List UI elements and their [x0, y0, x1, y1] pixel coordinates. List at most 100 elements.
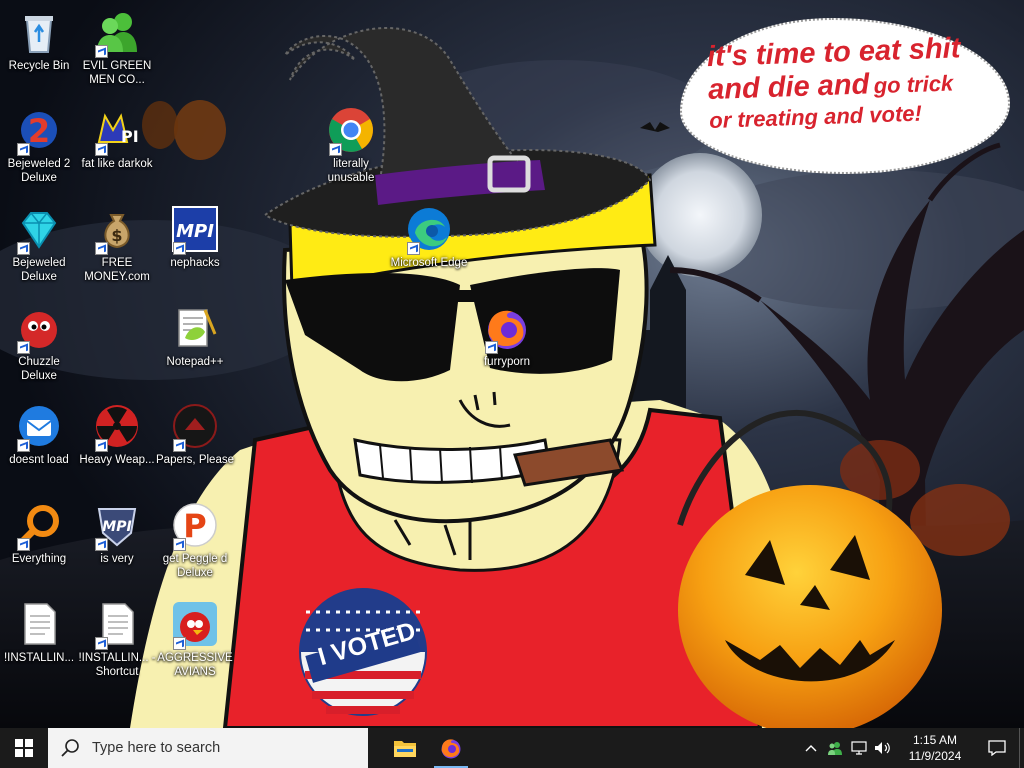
radiation-icon	[93, 402, 141, 452]
desktop-icon-label: Recycle Bin	[8, 60, 70, 72]
taskbar-clock[interactable]: 1:15 AM 11/9/2024	[899, 732, 971, 764]
desktop-icon-label: Everything	[11, 553, 67, 565]
speaker-icon	[875, 742, 890, 754]
shortcut-arrow-icon	[95, 538, 108, 551]
desktop-icon-installing-shortcut[interactable]: !INSTALLIN... - Shortcut	[78, 600, 156, 679]
desktop-icon-label: doesnt load	[9, 454, 69, 466]
desktop-icon-thunderbird[interactable]: doesnt load	[0, 402, 78, 467]
desktop-icon-microsoft-edge[interactable]: Microsoft Edge	[390, 205, 468, 270]
desktop-icon-label: nephacks	[170, 257, 220, 269]
desktop-icon-free-money[interactable]: $ FREE MONEY.com	[78, 205, 156, 284]
desktop-icon-recycle-bin[interactable]: Recycle Bin	[0, 8, 78, 73]
desktop-icon-label: Heavy Weap...	[79, 454, 155, 466]
desktop-icon-is-very[interactable]: MPI is very	[78, 501, 156, 566]
desktop-icon-firefox[interactable]: furryporn	[468, 304, 546, 369]
everything-search-icon	[15, 501, 63, 551]
desktop-icon-bejeweled-deluxe[interactable]: Bejeweled Deluxe	[0, 205, 78, 284]
shortcut-arrow-icon	[95, 242, 108, 255]
desktop-icon-bejeweled-2[interactable]: 2 Bejeweled 2 Deluxe	[0, 106, 78, 185]
shortcut-arrow-icon	[17, 143, 30, 156]
desktop-icon-label: get Peggle d Deluxe	[162, 553, 228, 579]
desktop-icon-label: fat like darkok	[81, 158, 153, 170]
chuzzle-icon	[15, 304, 63, 354]
desktop-icon-label: Bejeweled Deluxe	[12, 257, 66, 283]
desktop-icon-everything[interactable]: Everything	[0, 501, 78, 566]
firefox-icon	[441, 739, 461, 759]
taskbar-search-box[interactable]: Type here to search	[48, 728, 368, 768]
shortcut-arrow-icon	[17, 538, 30, 551]
recycle-bin-icon	[15, 8, 63, 56]
shortcut-arrow-icon	[17, 341, 30, 354]
svg-text:MPI: MPI	[176, 221, 214, 242]
desktop-icon-label: FREE MONEY.com	[84, 257, 150, 283]
edge-icon	[405, 205, 453, 255]
svg-text:$: $	[111, 226, 122, 245]
desktop-icon-label: Microsoft Edge	[390, 257, 468, 269]
desktop-icon-label: !INSTALLIN...	[3, 652, 75, 664]
shortcut-arrow-icon	[407, 242, 420, 255]
desktop-icon-chuzzle-deluxe[interactable]: Chuzzle Deluxe	[0, 304, 78, 383]
show-desktop-button[interactable]	[1019, 728, 1024, 768]
speech-bubble-text: it's time to eat shit and die and go tri…	[706, 31, 999, 133]
clock-time: 1:15 AM	[912, 733, 958, 747]
peggle-icon: P	[171, 501, 219, 551]
chevron-up-icon	[805, 745, 817, 752]
desktop-icon-nephacks[interactable]: MPI nephacks	[156, 205, 234, 270]
money-bag-icon: $	[93, 205, 141, 255]
show-hidden-icons-button[interactable]	[800, 728, 822, 768]
start-button[interactable]	[0, 728, 48, 768]
angry-bird-icon	[171, 600, 219, 650]
shortcut-arrow-icon	[173, 242, 186, 255]
shortcut-arrow-icon	[173, 637, 186, 650]
speech-line-2b: go trick	[873, 70, 954, 99]
desktop-icon-fat-like-darkok[interactable]: PI fat like darkok	[78, 106, 156, 171]
volume-button[interactable]	[872, 728, 894, 768]
speech-line-2a: and die and	[707, 68, 870, 107]
shortcut-arrow-icon	[95, 45, 108, 58]
shortcut-arrow-icon	[173, 538, 186, 551]
taskbar: Type here to search 1:15 AM 11/9/2024	[0, 728, 1024, 768]
shortcut-arrow-icon	[95, 439, 108, 452]
desktop-icon-label: EVIL GREEN MEN CO...	[82, 60, 152, 86]
desktop-icon-peggle-deluxe[interactable]: P get Peggle d Deluxe	[156, 501, 234, 580]
desktop-icon-label: Bejeweled 2 Deluxe	[7, 158, 71, 184]
desktop-icon-heavy-weapon[interactable]: Heavy Weap...	[78, 402, 156, 467]
desktop-icon-label: Chuzzle Deluxe	[18, 356, 60, 382]
desktop-icon-evil-green-men[interactable]: EVIL GREEN MEN CO...	[78, 8, 156, 87]
shortcut-arrow-icon	[95, 637, 108, 650]
search-placeholder: Type here to search	[92, 740, 221, 756]
notepadpp-icon	[171, 304, 219, 352]
shortcut-arrow-icon	[485, 341, 498, 354]
desktop-icon-papers-please[interactable]: Papers, Please	[156, 402, 234, 467]
desktop-icon-label: literally unusable	[327, 158, 375, 184]
shortcut-arrow-icon	[17, 242, 30, 255]
svg-text:P: P	[183, 507, 206, 545]
taskbar-app-firefox[interactable]	[428, 728, 474, 768]
action-center-button[interactable]	[975, 728, 1019, 768]
search-icon	[61, 739, 79, 757]
mpi-logo-icon: PI	[93, 106, 141, 156]
tray-people-icon-button[interactable]	[824, 728, 846, 768]
desktop-icon-chrome[interactable]: literally unusable	[312, 106, 390, 185]
mpi-blue-icon: MPI	[171, 205, 219, 255]
people-icon	[828, 742, 842, 755]
chrome-icon	[327, 106, 375, 156]
papers-please-icon	[171, 402, 219, 452]
network-button[interactable]	[848, 728, 870, 768]
clock-date: 11/9/2024	[908, 749, 962, 763]
notification-icon	[988, 740, 1006, 756]
diamond-icon	[15, 205, 63, 255]
shortcut-arrow-icon	[17, 439, 30, 452]
thunderbird-icon	[15, 402, 63, 452]
desktop-icon-label: AGGRESSIVE AVIANS	[157, 652, 233, 678]
desktop-icon-installing-file[interactable]: !INSTALLIN...	[0, 600, 78, 665]
svg-text:MPI: MPI	[102, 519, 131, 535]
desktop-icon-label: !INSTALLIN... - Shortcut	[78, 652, 156, 678]
desktop-icon-label: is very	[100, 553, 134, 565]
desktop-icon-aggressive-avians[interactable]: AGGRESSIVE AVIANS	[156, 600, 234, 679]
taskbar-app-file-explorer[interactable]	[382, 728, 428, 768]
desktop-icon-notepad-plus-plus[interactable]: Notepad++	[156, 304, 234, 369]
green-men-icon	[93, 8, 141, 58]
shortcut-arrow-icon	[329, 143, 342, 156]
text-file-icon	[15, 600, 63, 648]
